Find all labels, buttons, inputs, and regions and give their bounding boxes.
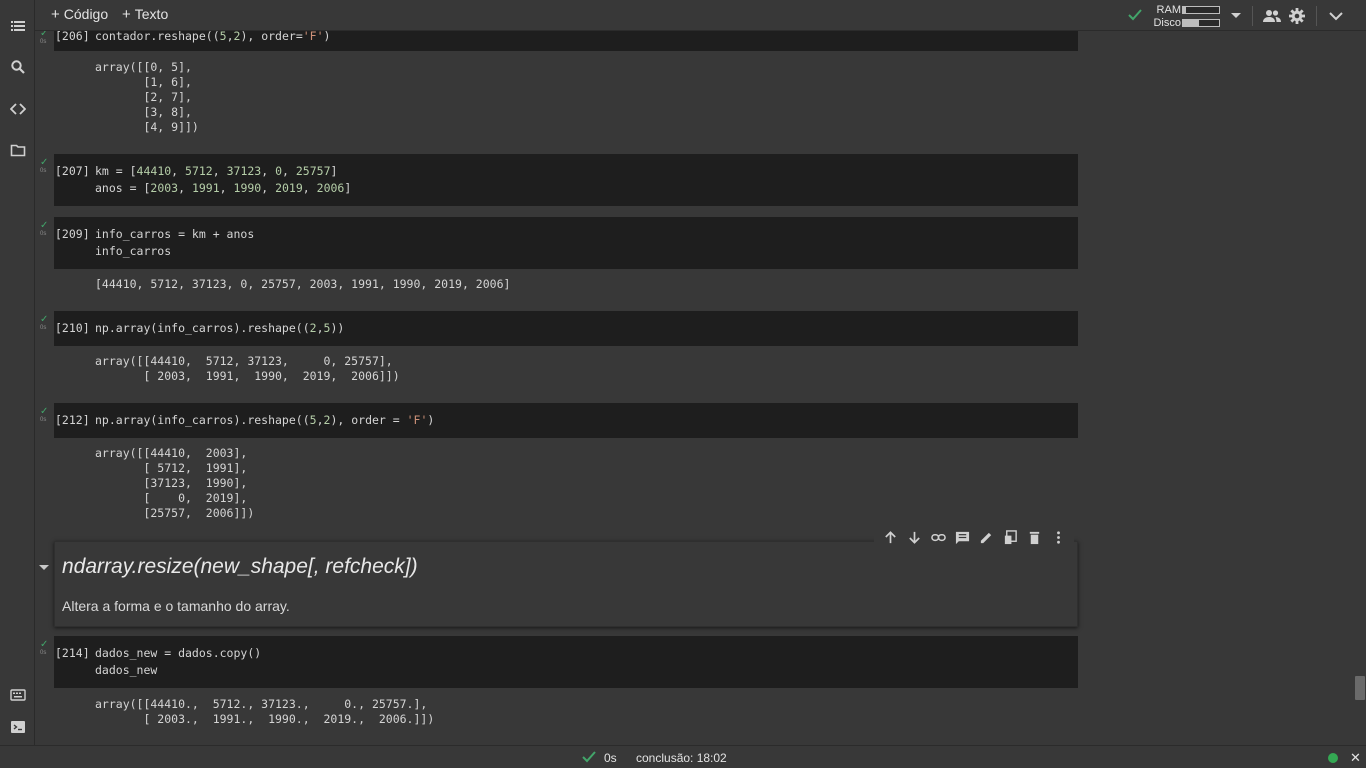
code-cell[interactable]: ✓ 0s [212] np.array(info_carros).reshape(…	[40, 403, 1078, 438]
notebook: ✓ 0s [206] contador.reshape((5,2), order=…	[36, 31, 1354, 745]
check-icon: ✓	[40, 639, 49, 650]
exec-count: [207]	[55, 164, 90, 178]
cell-output: array([[44410, 2003], [ 5712, 1991], [37…	[95, 446, 255, 520]
check-icon: ✓	[40, 314, 49, 325]
exec-status: ✓ 0s	[40, 31, 49, 45]
code-snippets-icon[interactable]	[9, 100, 27, 118]
exec-status: ✓ 0s	[40, 220, 49, 238]
section-description: Altera a forma e o tamanho do array.	[62, 598, 290, 614]
exec-status: ✓ 0s	[40, 639, 49, 657]
link-icon[interactable]	[926, 525, 950, 549]
cell-output: array([[0, 5], [1, 6], [2, 7], [3, 8], […	[95, 60, 199, 134]
exec-status: ✓ 0s	[40, 406, 49, 424]
code-cell[interactable]: ✓ 0s [209] info_carros = km + anos info_c…	[40, 217, 1078, 269]
move-up-icon[interactable]	[878, 525, 902, 549]
connect-dropdown-icon[interactable]	[1227, 7, 1245, 25]
search-icon[interactable]	[9, 58, 27, 76]
completion-time: conclusão: 18:02	[636, 751, 727, 765]
chevron-down-icon[interactable]	[1327, 7, 1345, 25]
code-line[interactable]: km = [44410, 5712, 37123, 0, 25757]	[95, 163, 337, 180]
exec-count: [214]	[55, 646, 90, 660]
disk-label: Disco	[1153, 17, 1181, 29]
divider	[1252, 6, 1253, 26]
code-line[interactable]: dados_new	[95, 662, 157, 679]
table-of-contents-icon[interactable]	[9, 17, 27, 35]
exec-count: [212]	[55, 413, 90, 427]
comment-icon[interactable]	[950, 525, 974, 549]
add-code-button[interactable]: + Código	[51, 6, 108, 23]
code-cell[interactable]: ✓ 0s [214] dados_new = dados.copy() dados…	[40, 636, 1078, 688]
exec-count: [206]	[55, 31, 90, 43]
execution-time: 0s	[604, 751, 617, 765]
settings-gear-icon[interactable]	[1288, 7, 1306, 25]
code-cell[interactable]: ✓ 0s [206] contador.reshape((5,2), order=…	[40, 31, 1078, 51]
code-line[interactable]: np.array(info_carros).reshape((2,5))	[95, 320, 344, 337]
exec-status: ✓ 0s	[40, 157, 49, 175]
collapse-section-icon[interactable]	[39, 565, 49, 570]
disk-meter	[1182, 19, 1220, 27]
connection-status-icon	[1328, 753, 1338, 763]
share-people-icon[interactable]	[1263, 7, 1281, 25]
exec-count: [209]	[55, 227, 90, 241]
code-line[interactable]: np.array(info_carros).reshape((5,2), ord…	[95, 412, 434, 429]
scrollbar-thumb[interactable]	[1355, 676, 1365, 700]
code-line[interactable]: anos = [2003, 1991, 1990, 2019, 2006]	[95, 180, 351, 197]
status-bar: 0s conclusão: 18:02 ✕	[0, 745, 1366, 768]
plus-icon: +	[122, 6, 131, 23]
check-icon: ✓	[40, 220, 49, 231]
divider	[1316, 6, 1317, 26]
code-cell[interactable]: ✓ 0s [207] km = [44410, 5712, 37123, 0, 2…	[40, 154, 1078, 206]
cell-output: [44410, 5712, 37123, 0, 25757, 2003, 199…	[95, 277, 511, 291]
section-heading: ndarray.resize(new_shape[, refcheck])	[62, 555, 418, 578]
exec-count: [210]	[55, 321, 90, 335]
add-text-button[interactable]: + Texto	[122, 6, 168, 23]
cell-output: array([[44410, 5712, 37123, 0, 25757], […	[95, 354, 400, 383]
code-line[interactable]: info_carros	[95, 243, 171, 260]
code-line[interactable]: info_carros = km + anos	[95, 226, 254, 243]
ram-label: RAM	[1156, 4, 1181, 16]
check-icon	[582, 751, 596, 763]
more-icon[interactable]	[1046, 525, 1070, 549]
code-cell[interactable]: ✓ 0s [210] np.array(info_carros).reshape(…	[40, 311, 1078, 346]
toolbar: + Código + Texto RAM Disco	[35, 0, 1366, 31]
mirror-cell-icon[interactable]	[998, 525, 1022, 549]
terminal-icon[interactable]	[9, 718, 27, 736]
check-icon: ✓	[40, 157, 49, 168]
connected-check-icon	[1128, 9, 1142, 21]
exec-status: ✓ 0s	[40, 314, 49, 332]
files-icon[interactable]	[9, 141, 27, 159]
cell-output: array([[44410., 5712., 37123., 0., 25757…	[95, 697, 435, 726]
code-line[interactable]: dados_new = dados.copy()	[95, 645, 261, 662]
delete-icon[interactable]	[1022, 525, 1046, 549]
left-rail	[0, 0, 35, 745]
check-icon: ✓	[40, 31, 49, 39]
move-down-icon[interactable]	[902, 525, 926, 549]
plus-icon: +	[51, 6, 60, 23]
close-icon[interactable]: ✕	[1350, 750, 1361, 766]
command-palette-icon[interactable]	[9, 686, 27, 704]
cell-toolbar	[874, 525, 1074, 549]
check-icon: ✓	[40, 406, 49, 417]
code-line[interactable]: contador.reshape((5,2), order='F')	[95, 31, 330, 45]
ram-meter	[1182, 6, 1220, 14]
edit-icon[interactable]	[974, 525, 998, 549]
resources-indicator[interactable]: RAM Disco	[1125, 2, 1235, 29]
text-cell[interactable]: ndarray.resize(new_shape[, refcheck]) Al…	[39, 541, 1078, 627]
